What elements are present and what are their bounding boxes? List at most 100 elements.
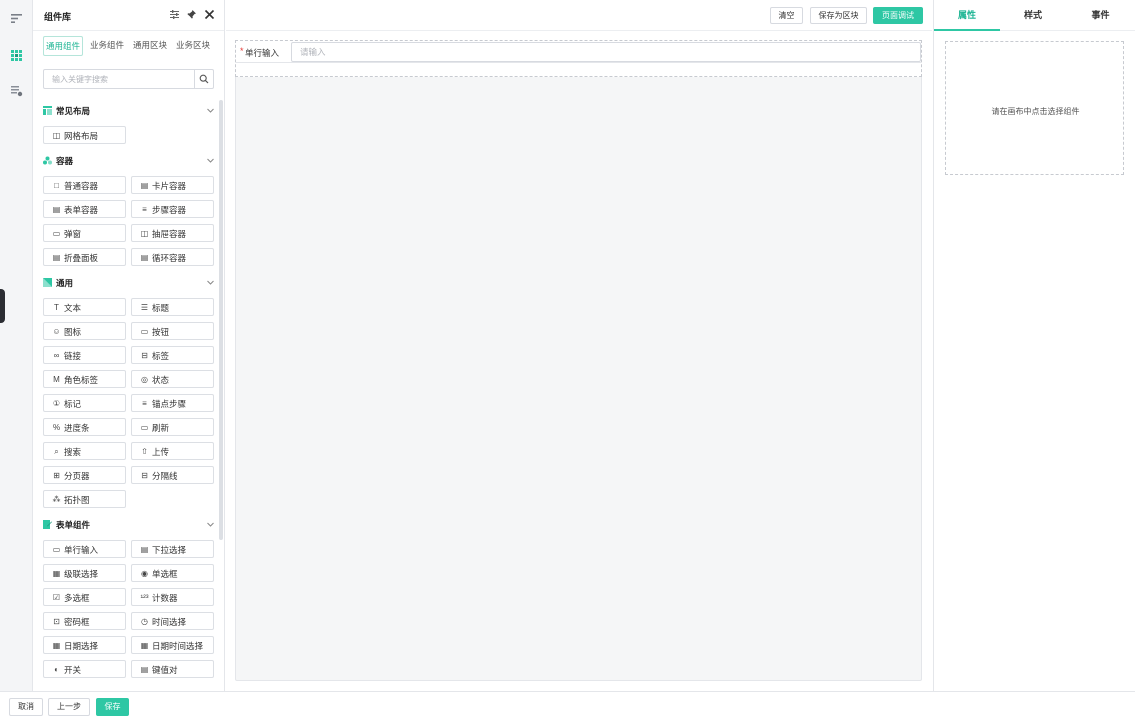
component-item[interactable]: ▭ 弹窗 (43, 224, 126, 242)
library-scrollbar[interactable] (219, 100, 223, 540)
component-item[interactable]: ⁂ 拓扑图 (43, 490, 126, 508)
design-canvas[interactable] (235, 40, 922, 681)
single-line-input[interactable] (291, 42, 921, 62)
component-item[interactable]: ⊟ 标签 (131, 346, 214, 364)
chevron-down-icon[interactable] (206, 156, 215, 165)
component-item[interactable]: ◉ 单选框 (131, 564, 214, 582)
section-general-icon (43, 278, 52, 287)
component-item[interactable]: M 角色标签 (43, 370, 126, 388)
component-icon: ▤ (140, 665, 149, 674)
library-header: 组件库 (33, 0, 224, 31)
component-label: 日期选择 (64, 641, 99, 651)
component-icon: □ (54, 181, 59, 190)
section-form-components-icon (43, 520, 52, 529)
cancel-button[interactable]: 取消 (9, 698, 43, 716)
component-item[interactable]: ◫ 网格布局 (43, 126, 126, 144)
component-item[interactable]: ◫ 抽屉容器 (131, 224, 214, 242)
component-item[interactable]: ⇧ 上传 (131, 442, 214, 460)
canvas-toolbar: 清空 保存为区块 页面调试 (226, 0, 932, 31)
component-icon: ▤ (140, 545, 149, 554)
previous-step-button[interactable]: 上一步 (48, 698, 90, 716)
chevron-down-icon[interactable] (206, 520, 215, 529)
component-item[interactable]: ▭ 按钮 (131, 322, 214, 340)
component-library-icon[interactable] (10, 49, 23, 62)
tab-business-components[interactable]: 业务组件 (87, 36, 127, 56)
component-item[interactable]: ▤ 下拉选择 (131, 540, 214, 558)
section-general[interactable]: 通用 (43, 276, 215, 290)
component-item[interactable]: ▤ 表单容器 (43, 200, 126, 218)
component-icon: ◫ (52, 131, 61, 140)
tab-general-blocks[interactable]: 通用区块 (130, 36, 170, 56)
component-item[interactable]: ◷ 时间选择 (131, 612, 214, 630)
component-item[interactable]: ☺ 图标 (43, 322, 126, 340)
component-item[interactable]: ▤ 卡片容器 (131, 176, 214, 194)
component-icon: ▤ (52, 205, 61, 214)
tab-general-components[interactable]: 通用组件 (43, 36, 83, 56)
component-item[interactable]: ≡ 步骤容器 (131, 200, 214, 218)
component-icon: ▤ (140, 253, 149, 262)
component-icon: ☰ (140, 303, 149, 312)
component-item[interactable]: ▦ 日期时间选择 (131, 636, 214, 654)
component-item[interactable]: ▤ 循环容器 (131, 248, 214, 266)
canvas-field-single-line-input[interactable]: * 单行输入 (235, 40, 922, 77)
component-item[interactable]: ⊞ 分页器 (43, 466, 126, 484)
page-debug-button[interactable]: 页面调试 (873, 7, 923, 24)
section-common-layout[interactable]: 常见布局 (43, 104, 215, 118)
component-item[interactable]: ☰ 标题 (131, 298, 214, 316)
search-button[interactable] (194, 70, 213, 88)
search-icon (199, 74, 209, 84)
component-item[interactable]: ⊡ 密码框 (43, 612, 126, 630)
data-settings-icon[interactable] (10, 84, 23, 97)
component-icon: ≡ (142, 205, 147, 214)
save-as-block-button[interactable]: 保存为区块 (810, 7, 867, 24)
component-item[interactable]: ① 标记 (43, 394, 126, 412)
section-container[interactable]: 容器 (43, 154, 215, 168)
component-item[interactable]: ⊟ 分隔线 (131, 466, 214, 484)
component-label: 计数器 (152, 593, 178, 603)
component-label: 下拉选择 (152, 545, 187, 555)
component-item[interactable]: ▭ 刷新 (131, 418, 214, 436)
filter-icon[interactable] (168, 9, 180, 21)
search-input[interactable] (44, 70, 194, 88)
panel-collapse-handle[interactable] (0, 289, 5, 323)
component-item[interactable]: ≡ 锚点步骤 (131, 394, 214, 412)
clear-button[interactable]: 清空 (770, 7, 803, 24)
component-item[interactable]: ◎ 状态 (131, 370, 214, 388)
component-item[interactable]: □ 普通容器 (43, 176, 126, 194)
save-button[interactable]: 保存 (96, 698, 129, 716)
required-mark: * (240, 46, 244, 56)
chevron-down-icon[interactable] (206, 278, 215, 287)
component-item[interactable]: ▭ 单行输入 (43, 540, 126, 558)
tab-business-blocks[interactable]: 业务区块 (173, 36, 213, 56)
component-icon: ▦ (140, 641, 149, 650)
component-icon: M (53, 375, 60, 384)
component-icon: ⊞ (53, 471, 60, 480)
component-item[interactable]: % 进度条 (43, 418, 126, 436)
component-item[interactable]: ▤ 折叠面板 (43, 248, 126, 266)
pin-icon[interactable] (185, 9, 197, 21)
component-item[interactable]: ⌕ 搜索 (43, 442, 126, 460)
component-item[interactable]: ▦ 级联选择 (43, 564, 126, 582)
tab-styles[interactable]: 样式 (1000, 0, 1066, 31)
component-item[interactable]: ¹²³ 计数器 (131, 588, 214, 606)
component-icon: ⇧ (141, 447, 148, 456)
component-item[interactable]: ◐ 开关 (43, 660, 126, 678)
component-icon: ▭ (52, 229, 61, 238)
close-icon[interactable] (203, 9, 215, 21)
component-label: 标签 (152, 351, 170, 361)
component-item[interactable]: T 文本 (43, 298, 126, 316)
outline-icon[interactable] (10, 12, 23, 25)
component-icon: ① (52, 399, 61, 408)
component-item[interactable]: ∞ 链接 (43, 346, 126, 364)
component-item[interactable]: ▦ 日期选择 (43, 636, 126, 654)
component-icon: ⁂ (52, 495, 61, 504)
tab-properties[interactable]: 属性 (934, 0, 1000, 31)
component-label: 分页器 (64, 471, 90, 481)
section-form-components[interactable]: 表单组件 (43, 518, 215, 532)
component-label: 分隔线 (152, 471, 178, 481)
chevron-down-icon[interactable] (206, 106, 215, 115)
component-item[interactable]: ▤ 键值对 (131, 660, 214, 678)
tab-events[interactable]: 事件 (1066, 0, 1135, 31)
section-common-layout-icon (43, 106, 52, 115)
component-item[interactable]: ☑ 多选框 (43, 588, 126, 606)
